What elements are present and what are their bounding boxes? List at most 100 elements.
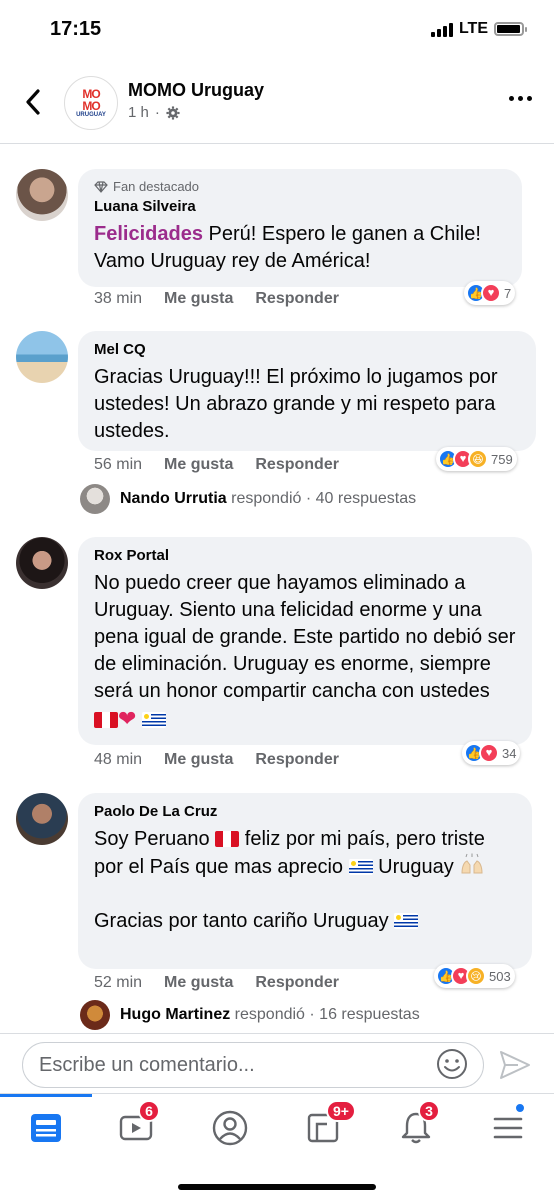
comment-actions: 38 min Me gusta Responder <box>94 290 339 308</box>
comment-time: 56 min <box>94 456 143 473</box>
tab-pages[interactable]: 9+ <box>304 1100 356 1148</box>
love-reaction-icon: ♥ <box>481 283 501 303</box>
haha-reaction-icon: 😆 <box>468 449 488 469</box>
signal-icon <box>430 21 453 37</box>
battery-icon <box>494 22 527 36</box>
reaction-summary[interactable]: 👍 ♥ 7 <box>464 281 516 305</box>
comment-text: Gracias Uruguay!!! El próximo lo jugamos… <box>94 366 498 442</box>
tab-notifications[interactable]: 3 <box>396 1100 440 1148</box>
comment-time: 48 min <box>94 751 143 768</box>
avatar <box>80 484 110 514</box>
menu-dot-badge <box>514 1102 526 1114</box>
comment-bubble: Paolo De La Cruz Soy Peruano feliz por m… <box>78 793 532 969</box>
heart-icon: ❤ <box>118 706 137 731</box>
profile-icon <box>212 1110 248 1146</box>
reaction-summary[interactable]: 👍 ♥ 😆 759 <box>436 447 517 471</box>
comment-author[interactable]: Luana Silveira <box>94 198 506 215</box>
gear-icon <box>166 105 180 120</box>
comment-bubble: Mel CQ Gracias Uruguay!!! El próximo lo … <box>78 331 536 451</box>
comment-composer: Escribe un comentario... <box>0 1033 554 1093</box>
reaction-count: 34 <box>502 745 517 761</box>
status-indicators: LTE <box>430 20 527 38</box>
comment-author[interactable]: Mel CQ <box>94 341 520 358</box>
fan-badge: Fan destacado <box>94 179 506 194</box>
reaction-summary[interactable]: 👍 ♥ 😢 503 <box>434 964 515 988</box>
page-name[interactable]: MOMO Uruguay <box>128 80 264 101</box>
like-button[interactable]: Me gusta <box>164 974 233 992</box>
reaction-count: 7 <box>504 285 512 301</box>
back-button[interactable] <box>18 84 48 120</box>
post-header: MO MO URUGUAY MOMO Uruguay 1 h · <box>0 60 554 144</box>
post-time: 1 h <box>128 104 149 121</box>
love-reaction-icon: ♥ <box>479 743 499 763</box>
tab-profile[interactable] <box>210 1108 250 1148</box>
send-icon[interactable] <box>498 1048 532 1082</box>
tab-watch[interactable]: 6 <box>116 1100 160 1148</box>
highlight-word: Felicidades <box>94 223 203 245</box>
reply-action: respondió <box>231 490 302 507</box>
peru-flag-icon <box>94 712 118 728</box>
avatar[interactable] <box>16 793 68 845</box>
fan-badge-label: Fan destacado <box>113 179 200 194</box>
raised-hands-icon <box>461 853 483 874</box>
reply-button[interactable]: Responder <box>255 456 339 474</box>
reply-action: respondió <box>234 1006 305 1023</box>
reaction-count: 759 <box>491 451 513 467</box>
reply-button[interactable]: Responder <box>255 290 339 308</box>
reply-count: · 40 respuestas <box>305 490 417 507</box>
sad-reaction-icon: 😢 <box>466 966 486 986</box>
menu-icon <box>493 1117 523 1139</box>
reply-button[interactable]: Responder <box>255 751 339 769</box>
reply-button[interactable]: Responder <box>255 974 339 992</box>
smiley-icon[interactable] <box>436 1048 468 1080</box>
status-bar: 17:15 LTE <box>0 0 554 60</box>
comment-text: No puedo creer que hayamos eliminado a U… <box>94 570 516 734</box>
avatar[interactable] <box>16 169 68 221</box>
comment-text-part: Gracias por tanto cariño Uruguay <box>94 910 389 932</box>
comment-author[interactable]: Rox Portal <box>94 547 516 564</box>
replies-summary[interactable]: Hugo Martinez respondió · 16 respuestas <box>80 1000 420 1030</box>
comment-input[interactable]: Escribe un comentario... <box>22 1042 484 1088</box>
comment-text: Felicidades Perú! Espero le ganen a Chil… <box>94 221 506 275</box>
dot <box>509 96 514 101</box>
comment-paragraph: Soy Peruano feliz por mi país, pero tris… <box>94 826 516 881</box>
uruguay-flag-icon <box>394 913 419 929</box>
dot <box>518 96 523 101</box>
comment-author[interactable]: Paolo De La Cruz <box>94 803 516 820</box>
status-time: 17:15 <box>50 18 102 40</box>
comment-actions: 56 min Me gusta Responder <box>94 456 339 474</box>
news-feed-icon <box>31 1114 61 1142</box>
notification-badge: 3 <box>418 1100 440 1122</box>
comment-bubble: Rox Portal No puedo creer que hayamos el… <box>78 537 532 745</box>
tab-feed[interactable] <box>26 1108 66 1148</box>
comment-time: 38 min <box>94 290 143 307</box>
like-button[interactable]: Me gusta <box>164 456 233 474</box>
comment-paragraph: Gracias por tanto cariño Uruguay <box>94 908 516 935</box>
reply-author: Hugo Martinez <box>120 1006 231 1023</box>
active-tab-indicator <box>0 1094 92 1097</box>
avatar[interactable] <box>16 331 68 383</box>
page-avatar[interactable]: MO MO URUGUAY <box>64 76 118 130</box>
like-button[interactable]: Me gusta <box>164 290 233 308</box>
replies-summary[interactable]: Nando Urrutia respondió · 40 respuestas <box>80 484 416 514</box>
more-options-button[interactable] <box>509 96 532 101</box>
notification-badge: 9+ <box>326 1100 356 1122</box>
comment-text: Soy Peruano feliz por mi país, pero tris… <box>94 826 516 935</box>
tab-menu[interactable] <box>488 1102 528 1148</box>
dot <box>527 96 532 101</box>
reply-count: · 16 respuestas <box>309 1006 420 1023</box>
post-meta: 1 h · <box>128 104 180 121</box>
uruguay-flag-icon <box>348 859 373 875</box>
comment-time: 52 min <box>94 974 143 991</box>
network-label: LTE <box>458 20 488 37</box>
comment-actions: 52 min Me gusta Responder <box>94 974 339 992</box>
avatar[interactable] <box>16 537 68 589</box>
comment-input-placeholder: Escribe un comentario... <box>39 1053 255 1076</box>
like-button[interactable]: Me gusta <box>164 751 233 769</box>
logo-subtitle: URUGUAY <box>76 112 106 118</box>
reaction-summary[interactable]: 👍 ♥ 34 <box>462 741 521 765</box>
comment-text-part: Soy Peruano <box>94 828 210 850</box>
logo-line-2: MO <box>82 99 100 113</box>
bottom-tab-bar: 6 9+ 3 <box>0 1093 554 1200</box>
home-indicator <box>178 1184 376 1190</box>
